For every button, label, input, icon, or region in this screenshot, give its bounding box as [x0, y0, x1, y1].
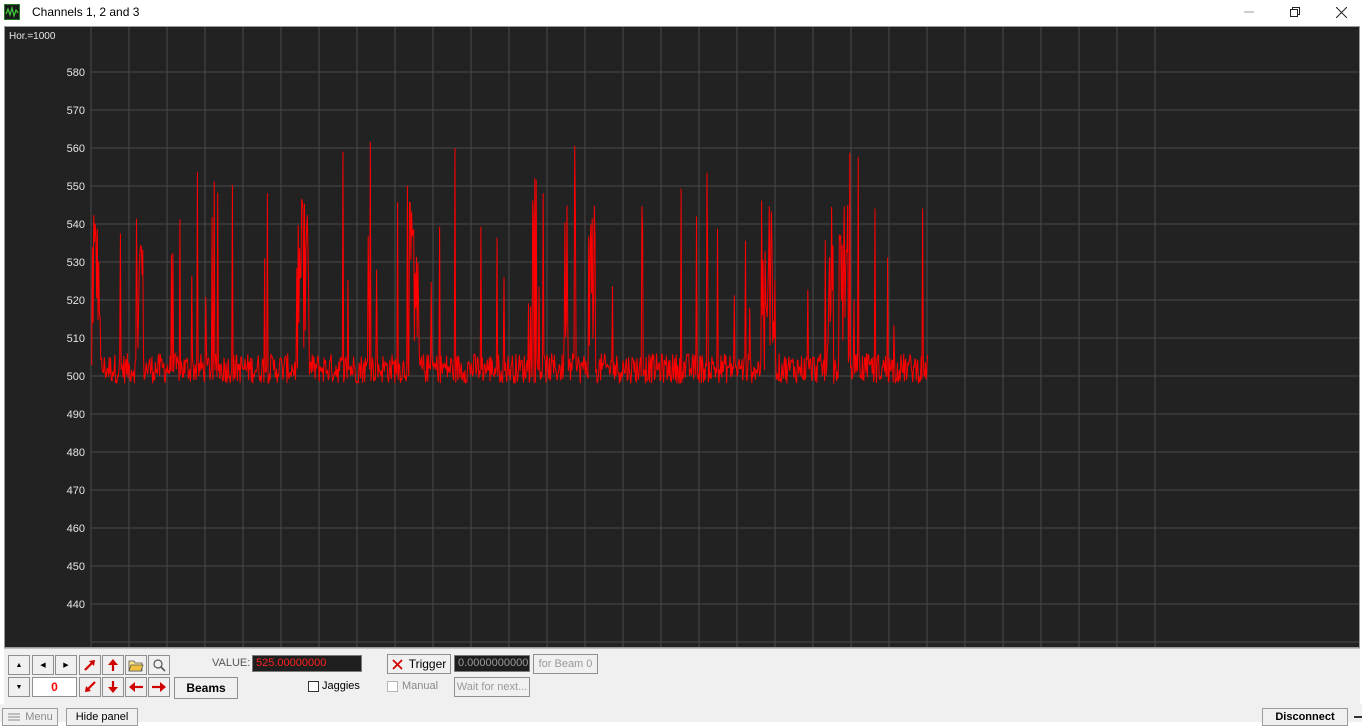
arrow-up-icon: [108, 659, 118, 671]
y-tick-label: 570: [67, 105, 85, 117]
value-field[interactable]: 525.00000000: [252, 655, 362, 672]
menu-icon: [8, 713, 21, 721]
close-button[interactable]: [1318, 0, 1362, 24]
status-grip: [1354, 716, 1362, 718]
magnifier-icon: [153, 659, 166, 672]
zoom-in-diagonal-button[interactable]: [79, 655, 101, 675]
x-icon: [392, 658, 403, 670]
scale-down-button[interactable]: [102, 677, 124, 697]
jaggies-checkbox[interactable]: [308, 681, 319, 692]
y-tick-label: 520: [67, 295, 85, 307]
y-tick-label: 560: [67, 143, 85, 155]
trigger-value-field[interactable]: 0.0000000000: [454, 655, 530, 672]
for-beam-button[interactable]: for Beam 0: [533, 654, 598, 674]
y-tick-label: 490: [67, 409, 85, 421]
y-tick-label: 470: [67, 485, 85, 497]
oscilloscope-chart: 580 570 560 550 540 530 520 510 500 490 480 470 460 4…: [67, 27, 1359, 647]
open-file-button[interactable]: [125, 655, 147, 675]
menu-button[interactable]: Menu: [2, 708, 58, 726]
wait-for-next-label: Wait for next...: [456, 681, 528, 693]
disconnect-button[interactable]: Disconnect: [1262, 708, 1348, 726]
y-tick-label: 530: [67, 257, 85, 269]
hide-panel-button[interactable]: Hide panel: [66, 708, 138, 726]
horizontal-scale-label: Hor.=1000: [9, 31, 56, 42]
minimize-button[interactable]: [1226, 0, 1272, 24]
manual-checkbox[interactable]: [387, 681, 398, 692]
beam-counter[interactable]: 0: [32, 677, 77, 697]
diagonal-up-right-arrow-icon: [84, 660, 95, 671]
beams-button-label: Beams: [186, 681, 226, 695]
value-label: VALUE:: [212, 657, 251, 669]
zoom-button[interactable]: [148, 655, 170, 675]
up-small-icon: ▲: [15, 661, 23, 669]
down-small-icon: ▼: [15, 683, 23, 691]
y-tick-label: 450: [67, 561, 85, 573]
right-small-icon: ▶: [63, 662, 69, 669]
scroll-up-button[interactable]: ▲: [8, 655, 30, 675]
jaggies-label: Jaggies: [322, 680, 360, 692]
for-beam-label: for Beam 0: [538, 658, 593, 670]
diagonal-down-left-arrow-icon: [85, 681, 96, 692]
left-small-icon: ◀: [40, 662, 46, 669]
shift-left-button[interactable]: [125, 677, 147, 697]
y-tick-label: 480: [67, 447, 85, 459]
scroll-right-button[interactable]: ▶: [55, 655, 77, 675]
restore-icon: [1290, 7, 1300, 17]
arrow-down-icon: [108, 681, 118, 693]
restore-button[interactable]: [1272, 0, 1318, 24]
scroll-down-button[interactable]: ▼: [8, 677, 30, 697]
close-icon: [1335, 6, 1347, 18]
y-tick-label: 540: [67, 219, 85, 231]
y-tick-label: 440: [67, 599, 85, 611]
y-tick-label: 550: [67, 181, 85, 193]
y-tick-label: 460: [67, 523, 85, 535]
y-tick-label: 510: [67, 333, 85, 345]
open-folder-icon: [128, 660, 144, 672]
plot-area[interactable]: 580 570 560 550 540 530 520 510 500 490 480 470 460 4…: [4, 26, 1360, 648]
title-bar: Channels 1, 2 and 3: [0, 0, 1362, 26]
arrow-right-icon: [152, 682, 166, 692]
arrow-left-icon: [129, 682, 143, 692]
manual-label: Manual: [402, 680, 439, 692]
wait-for-next-button[interactable]: Wait for next...: [454, 677, 530, 697]
scale-up-button[interactable]: [102, 655, 124, 675]
trigger-button[interactable]: Trigger: [387, 654, 451, 674]
trigger-button-label: Trigger: [408, 657, 447, 671]
y-tick-label: 500: [67, 371, 85, 383]
beam-counter-value: 0: [51, 680, 58, 694]
zoom-out-diagonal-button[interactable]: [79, 677, 101, 697]
beams-button[interactable]: Beams: [174, 677, 238, 699]
oscilloscope-icon: [4, 4, 20, 20]
disconnect-label: Disconnect: [1275, 711, 1335, 723]
hide-panel-label: Hide panel: [75, 711, 129, 723]
shift-right-button[interactable]: [148, 677, 170, 697]
window-title: Channels 1, 2 and 3: [32, 5, 140, 19]
status-bar: Menu Hide panel Disconnect: [0, 704, 1362, 726]
control-panel: ▲ ▼ ◀ ▶ 0 Beams VALUE: 525.00000000 Jagg…: [4, 648, 1360, 704]
minimize-icon: [1244, 11, 1254, 13]
menu-label: Menu: [25, 711, 53, 723]
scroll-left-button[interactable]: ◀: [32, 655, 54, 675]
y-tick-label: 580: [67, 67, 85, 79]
